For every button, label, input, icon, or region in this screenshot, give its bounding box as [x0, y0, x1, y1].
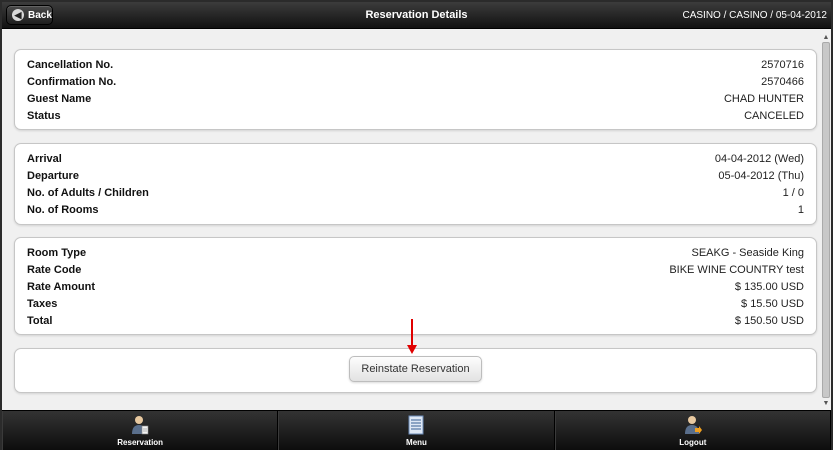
reservation-icon: [132, 416, 149, 435]
vertical-scrollbar[interactable]: ▲ ▼: [821, 30, 831, 410]
nav-menu[interactable]: Menu: [278, 411, 555, 450]
row-value: BIKE WINE COUNTRY test: [669, 263, 804, 276]
detail-row: Departure 05-04-2012 (Thu): [27, 167, 804, 184]
row-value: 1: [797, 203, 804, 216]
location-breadcrumb: CASINO / CASINO / 05-04-2012: [682, 10, 827, 21]
row-value: 05-04-2012 (Thu): [718, 169, 804, 182]
detail-row: No. of Rooms 1: [27, 201, 804, 218]
detail-row: Arrival 04-04-2012 (Wed): [27, 150, 804, 167]
row-value: $ 15.50 USD: [741, 297, 804, 310]
row-value: CANCELED: [744, 109, 804, 122]
row-value: 2570466: [761, 75, 804, 88]
row-label: Departure: [27, 169, 79, 182]
nav-label: Reservation: [117, 438, 164, 447]
nav-label: Menu: [406, 438, 427, 447]
row-value: 1 / 0: [782, 186, 804, 199]
row-value: $ 150.50 USD: [734, 314, 804, 327]
detail-row: Room Type SEAKG - Seaside King: [27, 244, 804, 261]
row-label: No. of Adults / Children: [27, 186, 149, 199]
row-value: SEAKG - Seaside King: [691, 246, 804, 259]
app-window: ◀ Back Reservation Details CASINO / CASI…: [0, 0, 833, 450]
row-label: No. of Rooms: [27, 203, 99, 216]
row-label: Total: [27, 314, 53, 327]
header-bar: ◀ Back Reservation Details CASINO / CASI…: [2, 2, 831, 29]
row-value: 04-04-2012 (Wed): [714, 152, 804, 165]
scroll-thumb[interactable]: [822, 42, 830, 398]
nav-logout[interactable]: Logout: [554, 411, 831, 450]
menu-icon: [408, 415, 424, 435]
row-label: Cancellation No.: [27, 58, 114, 71]
red-arrow-annotation: [407, 319, 417, 354]
detail-row: No. of Adults / Children 1 / 0: [27, 184, 804, 201]
detail-row: Rate Amount $ 135.00 USD: [27, 278, 804, 295]
row-label: Guest Name: [27, 92, 92, 105]
detail-row: Status CANCELED: [27, 107, 804, 124]
detail-row: Taxes $ 15.50 USD: [27, 295, 804, 312]
row-value: CHAD HUNTER: [723, 92, 804, 105]
row-label: Taxes: [27, 297, 58, 310]
detail-row: Confirmation No. 2570466: [27, 73, 804, 90]
row-label: Confirmation No.: [27, 75, 117, 88]
reinstate-reservation-button[interactable]: Reinstate Reservation: [349, 356, 482, 382]
row-label: Arrival: [27, 152, 62, 165]
logout-icon: [684, 416, 702, 434]
scroll-down-icon[interactable]: ▼: [821, 398, 831, 408]
detail-row: Cancellation No. 2570716: [27, 56, 804, 73]
details-scroll-area[interactable]: Cancellation No. 2570716 Confirmation No…: [4, 30, 820, 410]
stay-dates-card: Arrival 04-04-2012 (Wed) Departure 05-04…: [14, 143, 817, 225]
detail-row: Rate Code BIKE WINE COUNTRY test: [27, 261, 804, 278]
nav-label: Logout: [679, 438, 707, 447]
detail-row: Guest Name CHAD HUNTER: [27, 90, 804, 107]
scroll-up-icon[interactable]: ▲: [821, 32, 831, 42]
row-label: Rate Code: [27, 263, 82, 276]
row-value: $ 135.00 USD: [734, 280, 804, 293]
row-label: Room Type: [27, 246, 87, 259]
reservation-ids-card: Cancellation No. 2570716 Confirmation No…: [14, 49, 817, 130]
bottom-nav-bar: Reservation Menu Logout: [2, 410, 831, 450]
row-value: 2570716: [761, 58, 804, 71]
nav-reservation[interactable]: Reservation: [2, 411, 279, 450]
row-label: Rate Amount: [27, 280, 96, 293]
row-label: Status: [27, 109, 61, 122]
